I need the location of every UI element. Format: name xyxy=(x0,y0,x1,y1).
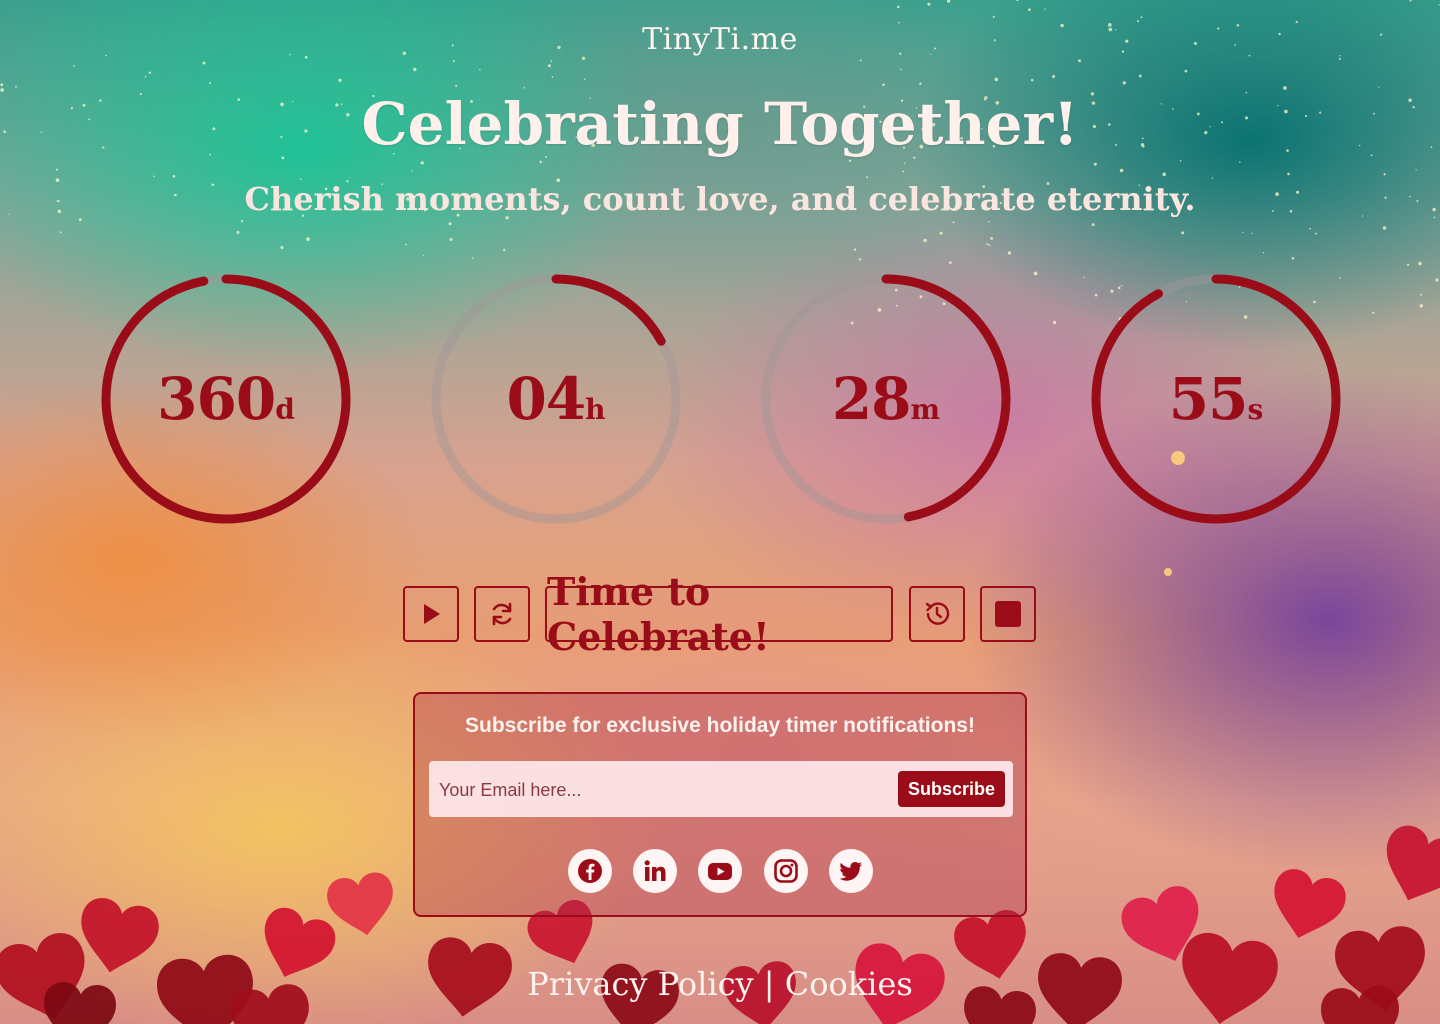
timer-hours-value: 04 xyxy=(506,365,586,433)
refresh-icon xyxy=(492,602,512,626)
celebrate-button[interactable]: Time to Celebrate! xyxy=(545,569,893,659)
instagram-link[interactable] xyxy=(764,849,808,893)
footer-links: Privacy Policy | Cookies xyxy=(0,965,1440,1003)
timer-seconds-value: 55 xyxy=(1168,365,1249,433)
footer-separator: | xyxy=(763,965,775,1003)
play-button[interactable] xyxy=(403,586,459,642)
page-subtitle: Cherish moments, count love, and celebra… xyxy=(244,180,1196,218)
instagram-icon xyxy=(774,859,798,883)
brand-logo[interactable]: TinyTi.me xyxy=(0,22,1440,57)
countdown-timers: 360d 04h 28m 55s xyxy=(0,273,1440,525)
subscribe-panel: Subscribe for exclusive holiday timer no… xyxy=(413,692,1027,917)
page-title: Celebrating Together! xyxy=(361,90,1079,158)
linkedin-link[interactable] xyxy=(633,849,677,893)
facebook-link[interactable] xyxy=(568,849,612,893)
stop-button[interactable] xyxy=(980,586,1036,642)
timer-hours-unit: h xyxy=(585,393,606,426)
cookies-link[interactable]: Cookies xyxy=(785,965,913,1003)
youtube-link[interactable] xyxy=(698,849,742,893)
timer-minutes-value: 28 xyxy=(831,365,912,433)
youtube-icon xyxy=(708,863,732,880)
reset-button[interactable] xyxy=(474,586,530,642)
linkedin-icon xyxy=(644,860,666,881)
timer-minutes-unit: m xyxy=(910,393,941,426)
play-icon xyxy=(424,604,440,624)
timer-days-unit: d xyxy=(275,393,295,426)
history-icon xyxy=(925,602,950,625)
subscribe-heading: Subscribe for exclusive holiday timer no… xyxy=(465,714,975,737)
history-button[interactable] xyxy=(909,586,965,642)
twitter-icon xyxy=(839,862,862,881)
facebook-icon xyxy=(578,859,602,883)
timer-hours: 04h xyxy=(430,273,682,525)
email-field[interactable] xyxy=(437,761,881,819)
timer-minutes: 28m xyxy=(760,273,1012,525)
twitter-link[interactable] xyxy=(829,849,873,893)
stop-icon xyxy=(995,601,1021,627)
privacy-policy-link[interactable]: Privacy Policy xyxy=(527,965,753,1003)
timer-days: 360d xyxy=(100,273,352,525)
timer-seconds: 55s xyxy=(1090,273,1342,525)
timer-days-value: 360 xyxy=(157,365,276,433)
timer-seconds-unit: s xyxy=(1247,393,1264,426)
subscribe-button[interactable]: Subscribe xyxy=(898,771,1005,807)
email-form: Subscribe xyxy=(429,761,1013,819)
